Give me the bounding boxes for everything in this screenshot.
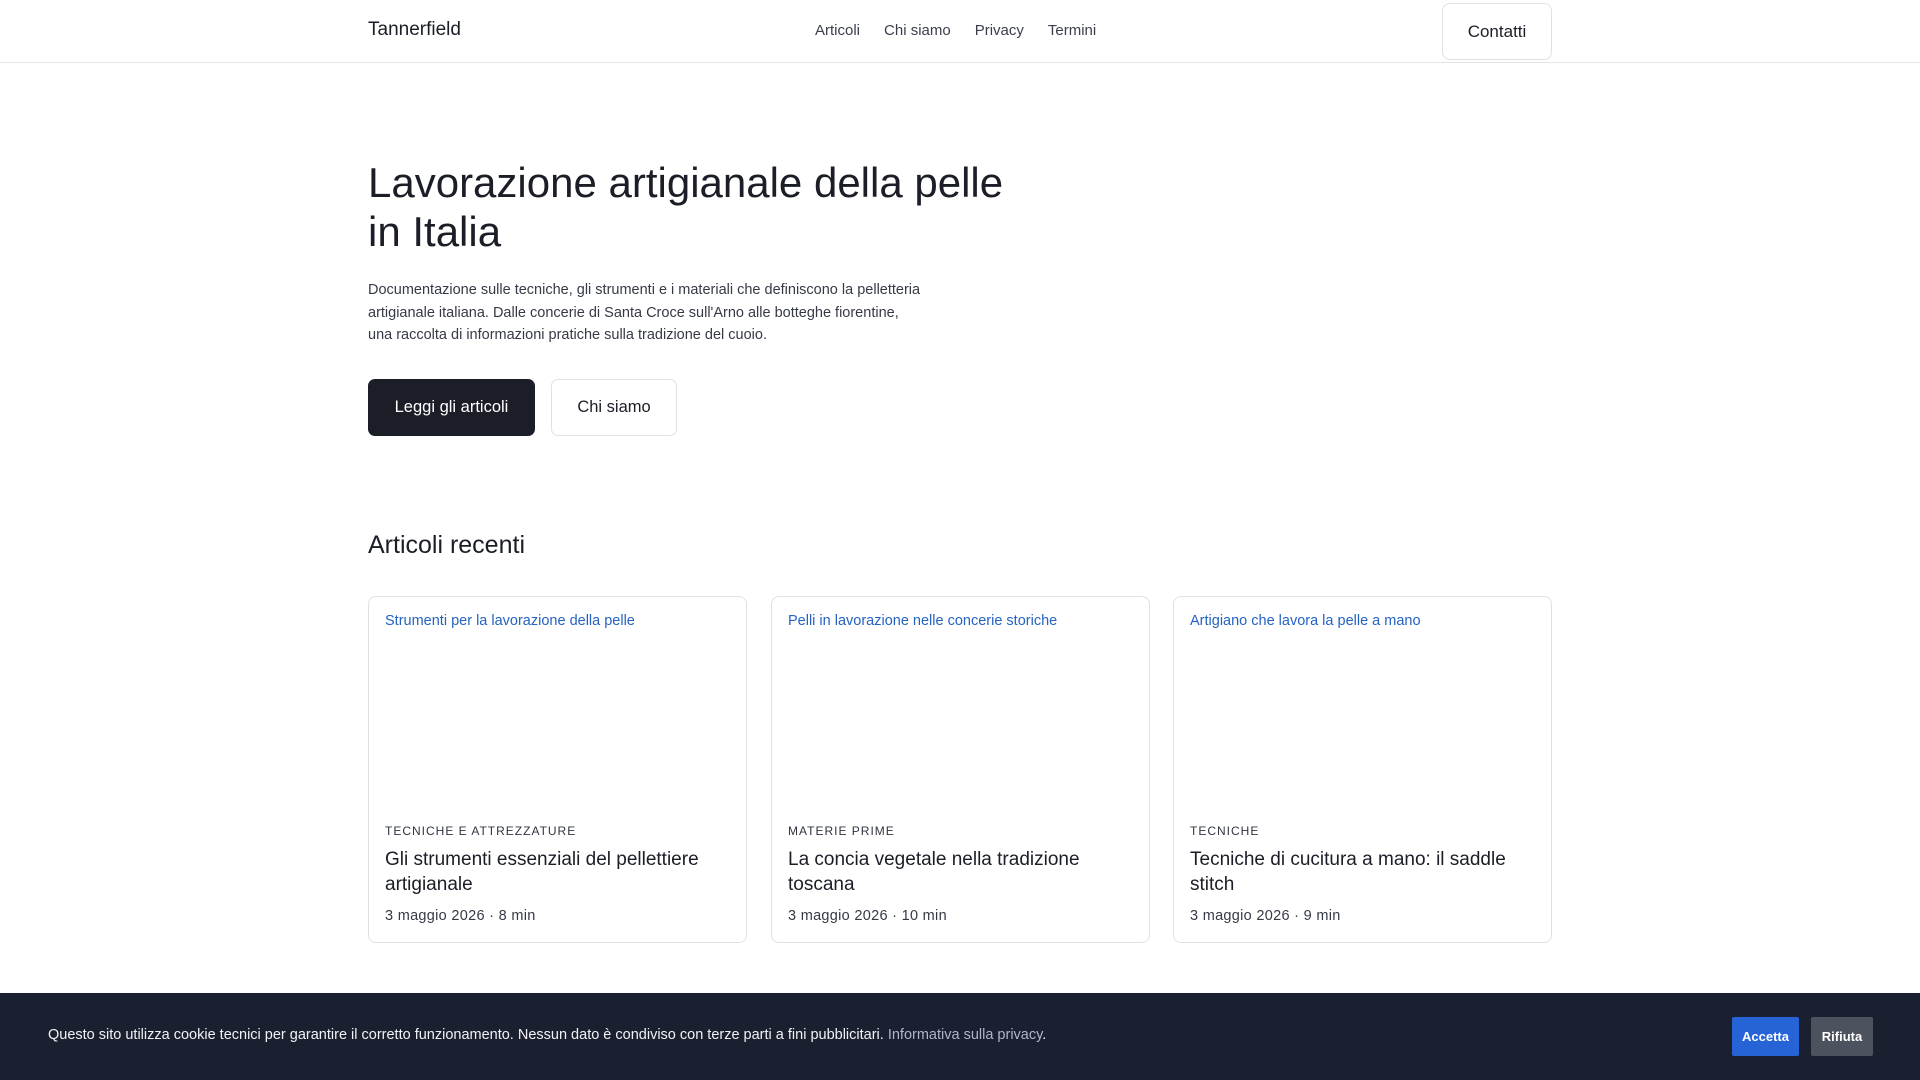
privacy-policy-link[interactable]: Informativa sulla privacy xyxy=(888,1027,1042,1043)
article-title-line: artigianale xyxy=(385,874,473,895)
article-meta: 3 maggio 2026 · 8 min xyxy=(385,908,536,924)
hero-description-line: una raccolta di informazioni pratiche su… xyxy=(368,327,767,343)
recent-articles-heading: Articoli recenti xyxy=(368,531,525,559)
cookie-banner: Questo sito utilizza cookie tecnici per … xyxy=(0,993,1920,1080)
hero-title: Lavorazione artigianale della pelle in I… xyxy=(368,158,1068,256)
article-title-line: toscana xyxy=(788,874,855,895)
nav-articoli[interactable]: Articoli xyxy=(815,22,860,39)
article-image-alt: Strumenti per la lavorazione della pelle xyxy=(385,613,635,629)
hero-title-line: Lavorazione artigianale della pelle xyxy=(368,159,1004,206)
cookie-text: Questo sito utilizza cookie tecnici per … xyxy=(48,1027,884,1043)
main-nav: Articoli Chi siamo Privacy Termini xyxy=(815,22,1096,39)
hero-description: Documentazione sulle tecniche, gli strum… xyxy=(368,279,938,347)
contact-button[interactable]: Contatti xyxy=(1442,3,1552,60)
article-title[interactable]: Gli strumenti essenziali del pellettiere… xyxy=(385,847,730,897)
nav-privacy[interactable]: Privacy xyxy=(975,22,1024,39)
article-card[interactable]: Strumenti per la lavorazione della pelle… xyxy=(368,596,747,943)
nav-termini[interactable]: Termini xyxy=(1048,22,1096,39)
article-card[interactable]: Artigiano che lavora la pelle a mano TEC… xyxy=(1173,596,1552,943)
article-category: MATERIE PRIME xyxy=(788,824,895,838)
brand-logo[interactable]: Tannerfield xyxy=(368,19,461,41)
reject-cookies-button[interactable]: Rifiuta xyxy=(1811,1017,1873,1056)
article-image[interactable]: Pelli in lavorazione nelle concerie stor… xyxy=(788,613,1133,803)
article-title-line: La concia vegetale nella tradizione xyxy=(788,849,1080,870)
article-card[interactable]: Pelli in lavorazione nelle concerie stor… xyxy=(771,596,1150,943)
cookie-message: Questo sito utilizza cookie tecnici per … xyxy=(48,1027,1046,1043)
hero-description-line: Documentazione sulle tecniche, gli strum… xyxy=(368,282,921,298)
article-image-alt: Pelli in lavorazione nelle concerie stor… xyxy=(788,613,1058,629)
site-header: Tannerfield Articoli Chi siamo Privacy T… xyxy=(0,0,1920,63)
article-title[interactable]: La concia vegetale nella tradizione tosc… xyxy=(788,847,1133,897)
article-title-line: Gli strumenti essenziali del pellettiere xyxy=(385,849,699,870)
nav-chi-siamo[interactable]: Chi siamo xyxy=(884,22,951,39)
accept-cookies-button[interactable]: Accetta xyxy=(1732,1017,1799,1056)
cookie-trailing: . xyxy=(1042,1027,1047,1043)
hero-description-line: artigianale italiana. Dalle concerie di … xyxy=(368,304,899,321)
article-image[interactable]: Artigiano che lavora la pelle a mano xyxy=(1190,613,1535,803)
article-meta: 3 maggio 2026 · 9 min xyxy=(1190,908,1341,924)
about-us-button[interactable]: Chi siamo xyxy=(551,379,677,436)
article-category: TECNICHE E ATTREZZATURE xyxy=(385,824,577,838)
article-title-line: Tecniche di cucitura a mano: il saddle xyxy=(1190,849,1506,870)
article-image[interactable]: Strumenti per la lavorazione della pelle xyxy=(385,613,730,803)
article-title-line: stitch xyxy=(1190,874,1235,895)
article-title[interactable]: Tecniche di cucitura a mano: il saddle s… xyxy=(1190,847,1535,897)
hero-title-line: in Italia xyxy=(368,208,502,255)
read-articles-button[interactable]: Leggi gli articoli xyxy=(368,379,535,436)
article-meta: 3 maggio 2026 · 10 min xyxy=(788,908,947,924)
article-image-alt: Artigiano che lavora la pelle a mano xyxy=(1190,613,1421,629)
article-category: TECNICHE xyxy=(1190,824,1260,838)
